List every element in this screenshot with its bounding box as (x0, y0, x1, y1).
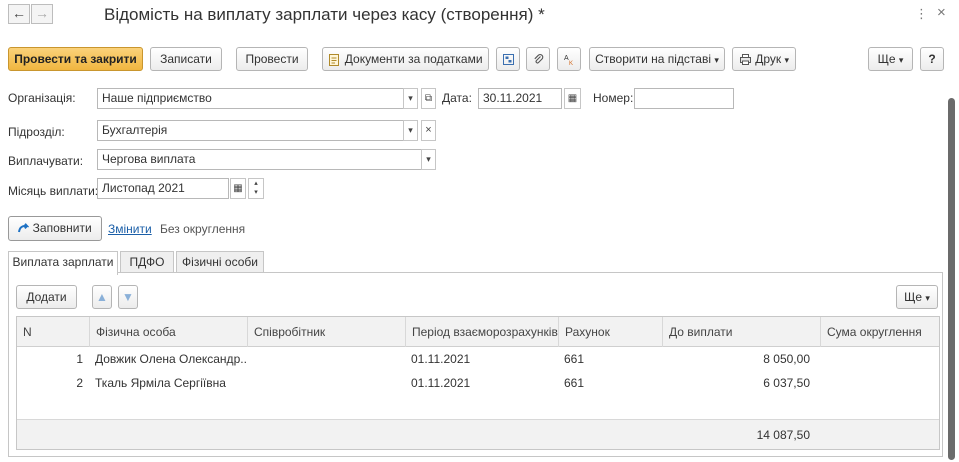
chevron-down-icon: ▾ (784, 55, 790, 65)
row-number: 2 (76, 376, 83, 390)
table-more-button[interactable]: Ще ▾ (896, 285, 938, 309)
payout-type-field[interactable]: Чергова виплата (97, 149, 422, 170)
column-header-rounding[interactable]: Сума округлення (820, 317, 939, 347)
row-employee (247, 371, 405, 395)
fill-button[interactable]: Заповнити (8, 216, 102, 241)
total-amount: 14 087,50 (756, 428, 810, 442)
create-based-on-button[interactable]: Створити на підставі ▾ (589, 47, 725, 71)
payout-month-field[interactable]: Листопад 2021 (97, 178, 229, 199)
more-label: Ще (877, 52, 896, 66)
department-dropdown-icon[interactable]: ▾ (403, 120, 418, 141)
row-account: 661 (564, 376, 585, 390)
paperclip-icon (533, 54, 543, 64)
change-link[interactable]: Змінити (108, 222, 152, 236)
help-button[interactable]: ? (920, 47, 944, 71)
table-row-empty[interactable] (17, 395, 939, 419)
arrow-up-icon: ▲ (96, 290, 108, 304)
month-stepper[interactable]: ▴ ▾ (248, 178, 264, 199)
spellcheck-button[interactable]: AK (557, 47, 581, 71)
payout-type-dropdown-icon[interactable]: ▾ (421, 149, 436, 170)
column-header-person[interactable]: Фізична особа (89, 317, 247, 347)
tax-documents-label: Документи за податками (344, 52, 483, 66)
column-header-period[interactable]: Період взаєморозрахунків (405, 317, 558, 347)
payout-type-label: Виплачувати: (8, 154, 84, 168)
table-row[interactable]: 2 Ткаль Ярміла Сергіївна 01.11.2021 661 … (17, 371, 939, 395)
back-icon: ← (12, 5, 26, 21)
row-person: Довжик Олена Олександр... (95, 352, 247, 366)
add-button[interactable]: Додати (16, 285, 77, 309)
payout-month-label: Місяць виплати: (8, 184, 99, 198)
attach-button[interactable] (526, 47, 550, 71)
row-account: 661 (564, 352, 585, 366)
chevron-down-icon: ▾ (898, 55, 904, 65)
date-field[interactable]: 30.11.2021 (478, 88, 562, 109)
table-footer: 14 087,50 (17, 419, 939, 449)
department-field[interactable]: Бухгалтерія (97, 120, 404, 141)
svg-text:K: K (569, 61, 573, 66)
forward-button[interactable]: → (31, 4, 53, 24)
tab-individuals[interactable]: Фізичні особи (176, 251, 264, 273)
spellcheck-icon: AK (564, 55, 573, 66)
payout-table: N Фізична особа Співробітник Період взає… (16, 316, 940, 450)
forward-icon: → (35, 5, 49, 21)
row-amount: 8 050,00 (763, 352, 810, 366)
number-field[interactable] (634, 88, 734, 109)
printer-icon (739, 54, 751, 66)
department-label: Підрозділ: (8, 125, 65, 139)
organization-open-icon[interactable]: ⧉ (421, 88, 436, 109)
organization-label: Організація: (8, 91, 76, 105)
row-person: Ткаль Ярміла Сергіївна (95, 376, 226, 390)
row-period: 01.11.2021 (411, 352, 471, 366)
organization-dropdown-icon[interactable]: ▾ (403, 88, 418, 109)
chevron-down-icon: ▾ (714, 55, 719, 65)
fill-label: Заповнити (32, 221, 92, 235)
column-header-employee[interactable]: Співробітник (247, 317, 405, 347)
row-amount: 6 037,50 (763, 376, 810, 390)
document-icon (329, 53, 340, 66)
save-button[interactable]: Записати (150, 47, 222, 71)
print-button[interactable]: Друк ▾ (732, 47, 796, 71)
tax-documents-button[interactable]: Документи за податками (322, 47, 489, 71)
row-rounding (820, 347, 939, 371)
move-down-button[interactable]: ▼ (118, 285, 138, 309)
back-button[interactable]: ← (8, 4, 30, 24)
structure-button[interactable] (496, 47, 520, 71)
chevron-down-icon: ▾ (925, 293, 930, 303)
organization-field[interactable]: Наше підприємство (97, 88, 404, 109)
create-based-on-label: Створити на підставі (595, 52, 711, 66)
close-icon[interactable]: × (937, 4, 946, 21)
tab-pdfo[interactable]: ПДФО (120, 251, 174, 273)
table-header: N Фізична особа Співробітник Період взає… (17, 317, 939, 347)
page-title: Відомість на виплату зарплати через касу… (104, 5, 545, 24)
post-button[interactable]: Провести (236, 47, 308, 71)
column-header-account[interactable]: Рахунок (558, 317, 662, 347)
move-up-button[interactable]: ▲ (92, 285, 112, 309)
calendar-icon[interactable]: ▦ (564, 88, 581, 109)
column-header-n[interactable]: N (17, 317, 89, 347)
row-period: 01.11.2021 (411, 376, 471, 390)
table-row[interactable]: 1 Довжик Олена Олександр... 01.11.2021 6… (17, 347, 939, 371)
department-clear-icon[interactable]: × (421, 120, 436, 141)
column-header-amount[interactable]: До виплати (662, 317, 820, 347)
post-and-close-button[interactable]: Провести та закрити (8, 47, 143, 71)
fill-arrow-icon (18, 223, 30, 233)
structure-icon (502, 54, 514, 66)
print-label: Друк (755, 52, 782, 66)
row-number: 1 (76, 352, 83, 366)
month-calendar-icon[interactable]: ▦ (230, 178, 246, 199)
vertical-scrollbar[interactable] (948, 98, 955, 460)
number-label: Номер: (593, 91, 634, 105)
more-button[interactable]: Ще ▾ (868, 47, 913, 71)
more-options-icon[interactable]: ⋮ (915, 6, 928, 22)
row-rounding (820, 371, 939, 395)
tab-salary-payment[interactable]: Виплата зарплати (8, 251, 118, 275)
arrow-down-icon: ▼ (122, 290, 134, 304)
date-label: Дата: (442, 91, 472, 105)
rounding-label: Без округлення (160, 222, 246, 236)
row-employee (247, 347, 405, 371)
table-more-label: Ще (904, 290, 923, 304)
